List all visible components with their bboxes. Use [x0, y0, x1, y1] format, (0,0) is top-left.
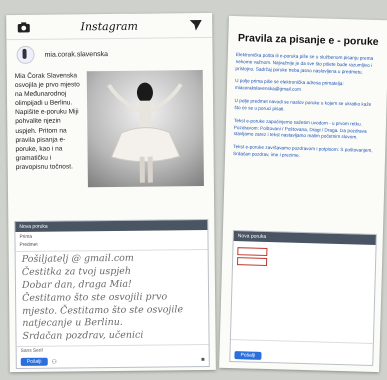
- trash-icon: ■: [201, 357, 205, 364]
- send-direct-icon: [188, 18, 202, 32]
- profile-handle: mia.corak.slavenska: [44, 50, 109, 59]
- rules-worksheet: Pravila za pisanje e - poruke Elektronič…: [219, 15, 387, 373]
- send-row: Pošalji: [230, 349, 372, 365]
- handwritten-line: mjesto. Čestitamo što ste osvojile: [22, 303, 184, 317]
- to-field-highlight: [237, 247, 268, 256]
- rules-title: Pravila za pisanje e - poruke: [237, 32, 379, 49]
- post-body: Mia Čorak Slavenska osvojila je prvo mje…: [7, 66, 214, 192]
- send-button: Pošalji: [234, 351, 262, 360]
- post-caption: Mia Čorak Slavenska osvojila je prvo mje…: [14, 72, 80, 171]
- post-header: mia.corak.slavenska: [6, 38, 212, 68]
- instagram-header: Instagram: [6, 12, 213, 41]
- rules-paragraph: Tekst e-poruke započinjemo sažetim uvodo…: [233, 117, 367, 140]
- email-compose-window: Nova poruka Prima Predmet Pošiljatelj @ …: [14, 218, 210, 370]
- rules-paragraph: Tekst e-poruke završavamo pozdravom i po…: [233, 144, 373, 158]
- send-row: Pošalji ⚇ ■: [17, 354, 209, 368]
- compose-fields: Prima Predmet: [15, 229, 208, 253]
- subject-field-label: Predmet: [19, 242, 38, 248]
- rules-paragraph: U polje prima piše se elektronička adres…: [234, 78, 344, 93]
- camera-icon: [16, 20, 30, 34]
- send-button: Pošalji: [20, 357, 48, 366]
- subject-field-highlight: [236, 257, 268, 266]
- avatar: [16, 45, 35, 64]
- rules-paragraph: Elektronička pošta ili e-poruka piše se …: [235, 52, 374, 75]
- attach-icon: ⚇: [51, 359, 57, 366]
- handwritten-email: Pošiljatelj @ gmail.com Čestitka za tvoj…: [16, 250, 209, 346]
- app-title: Instagram: [80, 19, 138, 33]
- instagram-worksheet: Instagram mia.corak.slavenska Mia Čorak …: [6, 12, 216, 373]
- ballerina-photo: [86, 70, 204, 188]
- handwritten-line: Srdačan pozdrav, učenici: [22, 329, 144, 343]
- email-compose-window: Nova poruka Pošalji: [229, 230, 377, 366]
- rules-paragraph: U polje predmet navodi se naslov poruke …: [234, 98, 372, 112]
- font-selector: Sans Serif: [20, 348, 43, 354]
- compose-header: Nova poruka: [233, 231, 376, 246]
